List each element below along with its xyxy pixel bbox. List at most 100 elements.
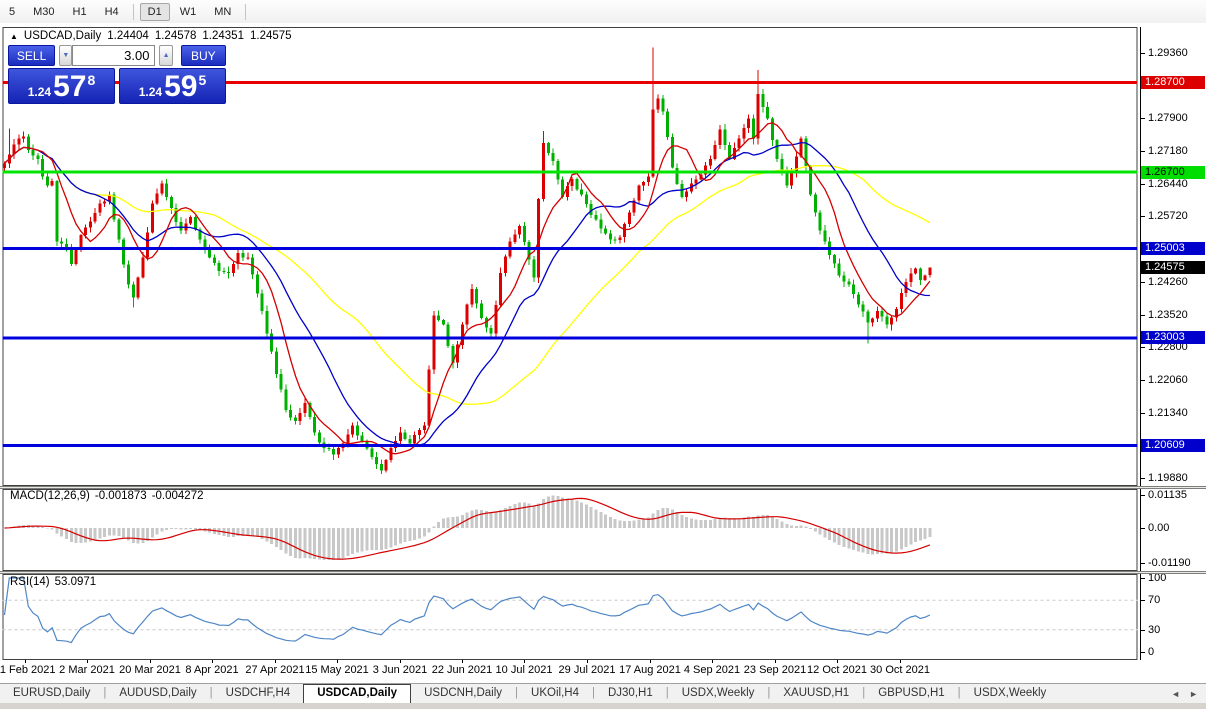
macd-tick-label: -0.01190 — [1148, 557, 1191, 570]
chart-tab-audusd-1[interactable]: AUDUSD,Daily — [106, 684, 209, 704]
chart-tab-bar: EURUSD,Daily|AUDUSD,Daily|USDCHF,H4USDCA… — [0, 683, 1206, 704]
date-tick-label: 10 Jul 2021 — [496, 664, 553, 676]
buy-price-prefix: 1.24 — [139, 85, 162, 99]
price-tick-mark — [1141, 413, 1145, 414]
rsi-tick-label: 30 — [1148, 624, 1160, 637]
timeframe-button-w1[interactable]: W1 — [172, 3, 205, 21]
macd-name: MACD(12,26,9) — [10, 490, 90, 502]
macd-histogram — [3, 496, 931, 560]
date-tick-mark — [400, 660, 401, 663]
price-tick-mark — [1141, 347, 1145, 348]
chart-window: ▲ USDCAD,Daily 1.24404 1.24578 1.24351 1… — [0, 23, 1206, 682]
price-tick-label: 1.19880 — [1148, 472, 1188, 485]
support-line-tag: 1.26700 — [1141, 166, 1205, 179]
date-tick-label: 11 Feb 2021 — [0, 664, 55, 676]
date-tick-mark — [587, 660, 588, 663]
chart-tab-usdchf-2[interactable]: USDCHF,H4 — [213, 684, 304, 704]
price-tick-mark — [1141, 118, 1145, 119]
macd-tick-label: 0.00 — [1148, 522, 1169, 535]
date-tick-label: 2 Mar 2021 — [59, 664, 115, 676]
macd-tick-mark — [1141, 563, 1145, 564]
timeframe-button-5[interactable]: 5 — [1, 3, 23, 21]
rsi-label: RSI(14)53.0971 — [10, 576, 101, 588]
date-tick-label: 17 Aug 2021 — [619, 664, 681, 676]
date-tick-mark — [337, 660, 338, 663]
chart-tab-usdx-10[interactable]: USDX,Weekly — [961, 684, 1060, 704]
ohlc-low: 1.24351 — [202, 30, 244, 42]
timeframe-button-h4[interactable]: H4 — [97, 3, 127, 21]
macd-tick-mark — [1141, 495, 1145, 496]
chart-tab-ukoil-5[interactable]: UKOil,H4 — [518, 684, 592, 704]
price-tick-label: 1.22060 — [1148, 374, 1188, 387]
rsi-tick-mark — [1141, 630, 1145, 631]
macd-tick-label: 0.01135 — [1148, 489, 1187, 502]
chart-tab-gbpusd-9[interactable]: GBPUSD,H1 — [865, 684, 957, 704]
buy-price-display[interactable]: 1.24 59 5 — [119, 68, 226, 104]
scroll-tabs-right-icon[interactable]: ► — [1189, 689, 1198, 699]
macd-main-value: -0.001873 — [95, 490, 147, 502]
chart-tab-usdx-7[interactable]: USDX,Weekly — [669, 684, 768, 704]
arrow-down-icon: ▼ — [62, 52, 69, 59]
price-axis[interactable]: 1.293601.286401.279001.271801.264401.257… — [1140, 27, 1206, 660]
trade-panel-prices: 1.24 57 8 1.24 59 5 — [8, 68, 226, 104]
chart-tab-dj30-6[interactable]: DJ30,H1 — [595, 684, 666, 704]
scroll-tabs-left-icon[interactable]: ◄ — [1171, 689, 1180, 699]
date-tick-label: 23 Sep 2021 — [744, 664, 806, 676]
mt4-terminal: 5M30H1H4 D1W1MN ▲ USDCAD,Daily 1.24404 1.… — [0, 0, 1206, 709]
chart-symbol-label: USDCAD,Daily — [24, 30, 101, 42]
rsi-chart[interactable] — [0, 574, 1140, 660]
volume-increase-button[interactable]: ▲ — [159, 45, 172, 66]
chart-title: ▲ USDCAD,Daily 1.24404 1.24578 1.24351 1… — [10, 30, 292, 42]
price-tick-label: 1.26440 — [1148, 178, 1188, 191]
price-tick-mark — [1141, 478, 1145, 479]
date-tick-label: 15 May 2021 — [305, 664, 369, 676]
volume-decrease-button[interactable]: ▼ — [59, 45, 72, 66]
macd-window-separator[interactable] — [0, 486, 1206, 489]
chart-tab-usdcnh-4[interactable]: USDCNH,Daily — [411, 684, 515, 704]
macd-tick-mark — [1141, 528, 1145, 529]
status-strip — [0, 703, 1206, 709]
date-tick-mark — [524, 660, 525, 663]
date-tick-mark — [712, 660, 713, 663]
sell-price-pip: 8 — [87, 72, 95, 88]
sell-button[interactable]: SELL — [8, 45, 55, 66]
timeframe-button-d1[interactable]: D1 — [140, 3, 170, 21]
rsi-tick-mark — [1141, 600, 1145, 601]
sell-price-display[interactable]: 1.24 57 8 — [8, 68, 115, 104]
price-tick-label: 1.25720 — [1148, 210, 1188, 223]
date-tick-label: 8 Apr 2021 — [185, 664, 238, 676]
timeframe-button-mn[interactable]: MN — [206, 3, 239, 21]
rsi-tick-label: 0 — [1148, 646, 1154, 659]
price-tick-mark — [1141, 282, 1145, 283]
buy-button[interactable]: BUY — [181, 45, 226, 66]
rsi-window-separator[interactable] — [0, 571, 1206, 574]
resistance-line-tag: 1.28700 — [1141, 76, 1205, 89]
price-tick-mark — [1141, 184, 1145, 185]
price-tick-label: 1.29360 — [1148, 47, 1188, 60]
price-tick-label: 1.24260 — [1148, 276, 1188, 289]
date-axis[interactable]: 11 Feb 2021 2 Mar 2021 20 Mar 2021 8 Apr 20… — [0, 660, 1140, 682]
chart-tab-xauusd-8[interactable]: XAUUSD,H1 — [770, 684, 862, 704]
ohlc-close: 1.24575 — [250, 30, 292, 42]
volume-input[interactable] — [72, 45, 155, 66]
price-tick-mark — [1141, 315, 1145, 316]
chart-tab-eurusd-0[interactable]: EURUSD,Daily — [0, 684, 103, 704]
date-tick-mark — [25, 660, 26, 663]
timeframe-button-h1[interactable]: H1 — [65, 3, 95, 21]
date-tick-label: 20 Mar 2021 — [119, 664, 181, 676]
price-tick-label: 1.27180 — [1148, 145, 1188, 158]
date-tick-label: 27 Apr 2021 — [245, 664, 304, 676]
toolbar-separator — [245, 4, 246, 20]
collapse-arrow-icon[interactable]: ▲ — [10, 32, 18, 41]
chart-tab-usdcad-3[interactable]: USDCAD,Daily — [303, 684, 411, 704]
level-line-tag: 1.23003 — [1141, 331, 1205, 344]
rsi-value: 53.0971 — [55, 576, 97, 588]
timeframe-button-m30[interactable]: M30 — [25, 3, 62, 21]
price-tick-label: 1.23520 — [1148, 309, 1188, 322]
price-tick-mark — [1141, 53, 1145, 54]
buy-price-main: 59 — [164, 72, 197, 102]
date-tick-label: 12 Oct 2021 — [807, 664, 867, 676]
date-tick-label: 22 Jun 2021 — [432, 664, 493, 676]
date-tick-mark — [650, 660, 651, 663]
one-click-trading-panel: SELL ▼ ▲ BUY 1.24 57 8 1.24 59 5 — [8, 45, 226, 104]
